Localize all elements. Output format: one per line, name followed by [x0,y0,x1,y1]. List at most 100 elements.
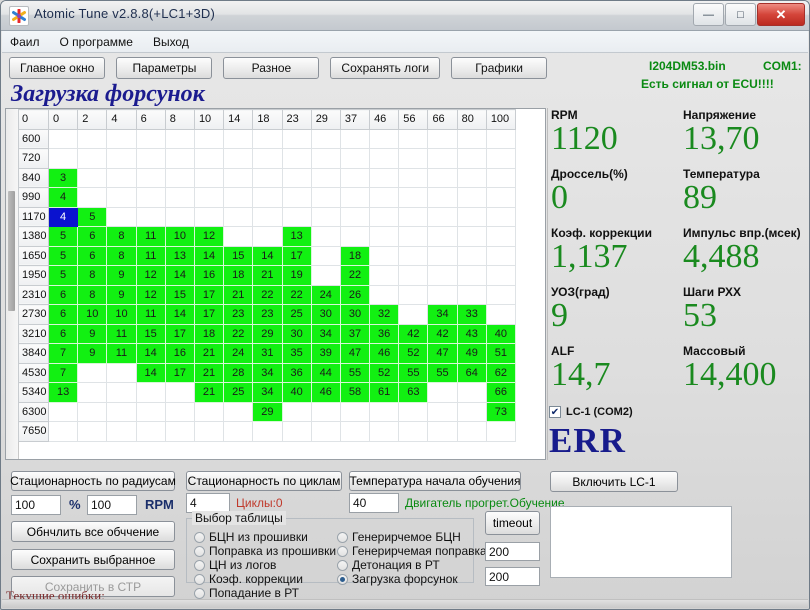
grid-col-header-1[interactable]: 2 [77,109,108,130]
table-row[interactable]: 6300 29 73 [18,401,517,422]
grid-cell[interactable] [398,245,429,266]
grid-cell[interactable]: 9 [77,343,108,364]
toolbar-button-misc[interactable]: Разное [223,57,320,79]
grid-cell[interactable]: 6 [47,304,79,325]
grid-cell[interactable] [339,401,371,422]
grid-cell[interactable]: 21 [193,382,225,403]
grid-cell[interactable]: 25 [223,382,254,403]
grid-row-header-9[interactable]: 2730 [18,304,49,325]
grid-cell[interactable] [193,128,225,149]
grid-cell[interactable]: 58 [339,382,371,403]
grid-cell[interactable] [77,421,108,442]
grid-cell[interactable]: 24 [223,343,254,364]
temperature-start-training-button[interactable]: Температура начала обучения [349,471,521,491]
reset-all-training-button[interactable]: Обнчлить все обччение [11,521,175,542]
grid-cell[interactable] [135,148,166,169]
grid-cell[interactable]: 51 [485,343,517,364]
grid-cell[interactable]: 31 [252,343,283,364]
grid-cell[interactable] [485,167,517,188]
radio-icon[interactable] [194,573,205,585]
grid-cell[interactable]: 14 [135,362,166,383]
grid-row-header-1[interactable]: 720 [18,148,49,169]
grid-cell[interactable] [164,128,195,149]
grid-col-header-8[interactable]: 23 [281,109,312,130]
stationarity-radius-button[interactable]: Стационарность по радиусам [10,471,176,491]
grid-cell[interactable] [223,187,254,208]
timeout-input-2[interactable]: 200 [485,567,540,586]
grid-cell[interactable]: 18 [339,245,371,266]
close-button[interactable]: ✕ [757,3,805,26]
grid-cell[interactable] [252,187,283,208]
grid-cell[interactable] [427,401,458,422]
table-row[interactable]: 720 [18,148,517,169]
grid-col-header-5[interactable]: 10 [193,109,225,130]
grid-cell[interactable]: 42 [398,323,429,344]
grid-cell[interactable]: 47 [427,343,458,364]
grid-col-header-7[interactable]: 18 [252,109,283,130]
grid-row-header-4[interactable]: 1170 [18,206,49,227]
grid-cell[interactable] [369,245,400,266]
grid-cell[interactable]: 22 [281,284,312,305]
grid-col-header-11[interactable]: 46 [369,109,400,130]
grid-cell[interactable] [252,206,283,227]
grid-cell[interactable]: 21 [223,284,254,305]
grid-cell[interactable] [223,167,254,188]
grid-cell[interactable]: 11 [106,323,137,344]
grid-cell[interactable] [456,187,487,208]
grid-cell[interactable]: 34 [427,304,458,325]
grid-cell[interactable]: 8 [106,245,137,266]
grid-cell[interactable] [106,401,137,422]
grid-cell[interactable] [281,187,312,208]
menu-item-about[interactable]: О программе [60,35,133,49]
grid-cell[interactable] [310,167,341,188]
grid-cell[interactable] [369,401,400,422]
grid-cell[interactable] [281,148,312,169]
percent-input[interactable]: 100 [11,495,61,515]
grid-cell[interactable]: 46 [369,343,400,364]
grid-cell[interactable] [427,421,458,442]
grid-cell[interactable] [106,382,137,403]
grid-cell[interactable]: 55 [398,362,429,383]
grid-cell[interactable]: 32 [369,304,400,325]
grid-row-header-3[interactable]: 990 [18,187,49,208]
grid-cell[interactable]: 21 [252,265,283,286]
grid-cell[interactable]: 15 [164,284,195,305]
grid-cell[interactable] [281,421,312,442]
grid-cell[interactable] [339,206,371,227]
grid-cell[interactable] [106,167,137,188]
grid-cell[interactable]: 14 [252,245,283,266]
grid-cell[interactable]: 44 [310,362,341,383]
grid-cell[interactable]: 4 [47,206,79,227]
table-select-left-option-1[interactable]: Поправка из прошивки [194,544,336,558]
grid-cell[interactable] [135,206,166,227]
injector-load-grid[interactable]: 0 0 2 4 6 8 10 14 18 23 29 37 46 56 66 80 100 600 720 840 3 9… [5,108,546,460]
table-row[interactable]: 1380 5 6 8 11 10 12 13 [18,226,517,247]
grid-cell[interactable]: 6 [77,245,108,266]
grid-cell[interactable] [281,167,312,188]
grid-cell[interactable] [427,167,458,188]
grid-row-header-11[interactable]: 3840 [18,343,49,364]
grid-cell[interactable]: 17 [164,362,195,383]
grid-cell[interactable]: 40 [485,323,517,344]
grid-cell[interactable]: 10 [106,304,137,325]
grid-cell[interactable] [398,304,429,325]
grid-cell[interactable] [252,421,283,442]
grid-cell[interactable]: 55 [427,362,458,383]
temperature-input[interactable]: 40 [349,493,399,513]
grid-cell[interactable]: 35 [281,343,312,364]
log-output-box[interactable] [550,506,732,578]
grid-cell[interactable]: 17 [164,323,195,344]
grid-cell[interactable]: 49 [456,343,487,364]
grid-cell[interactable] [369,128,400,149]
grid-cell[interactable] [164,382,195,403]
grid-cell[interactable]: 23 [252,304,283,325]
grid-col-header-13[interactable]: 66 [427,109,458,130]
grid-cell[interactable] [47,421,79,442]
timeout-button[interactable]: timeout [485,511,540,535]
grid-cell[interactable]: 14 [164,265,195,286]
grid-cell[interactable] [135,167,166,188]
grid-cell[interactable] [252,148,283,169]
grid-cell[interactable] [77,401,108,422]
grid-cell[interactable] [339,226,371,247]
grid-cell[interactable]: 14 [135,343,166,364]
